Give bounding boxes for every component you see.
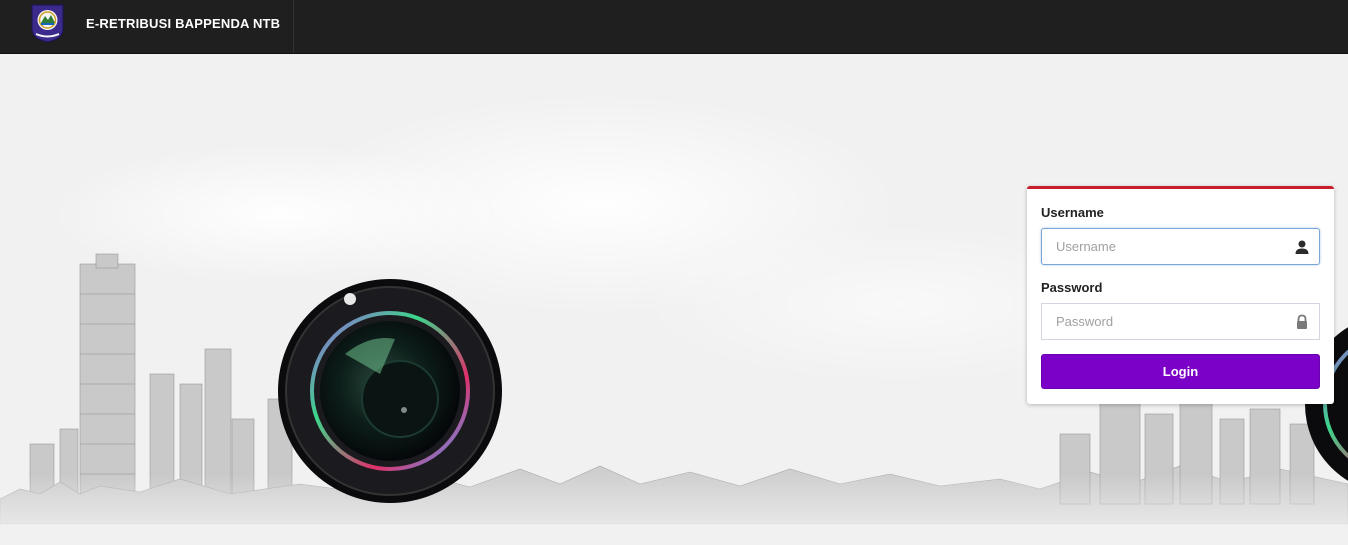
province-emblem-icon — [31, 4, 64, 43]
top-navbar: E-RETRIBUSI BAPPENDA NTB — [0, 0, 1348, 54]
camera-lens-illustration — [278, 279, 502, 503]
username-input[interactable] — [1042, 229, 1296, 264]
password-input[interactable] — [1042, 304, 1296, 339]
password-label: Password — [1041, 280, 1103, 295]
lock-icon — [1297, 314, 1307, 329]
app-title: E-RETRIBUSI BAPPENDA NTB — [86, 16, 281, 31]
login-button[interactable]: Login — [1041, 354, 1320, 389]
brand[interactable]: E-RETRIBUSI BAPPENDA NTB — [0, 0, 294, 53]
user-icon — [1295, 240, 1309, 254]
username-label: Username — [1041, 205, 1104, 220]
username-field-wrapper — [1041, 228, 1320, 265]
login-panel: Username Password Login — [1027, 186, 1334, 404]
password-field-wrapper — [1041, 303, 1320, 340]
